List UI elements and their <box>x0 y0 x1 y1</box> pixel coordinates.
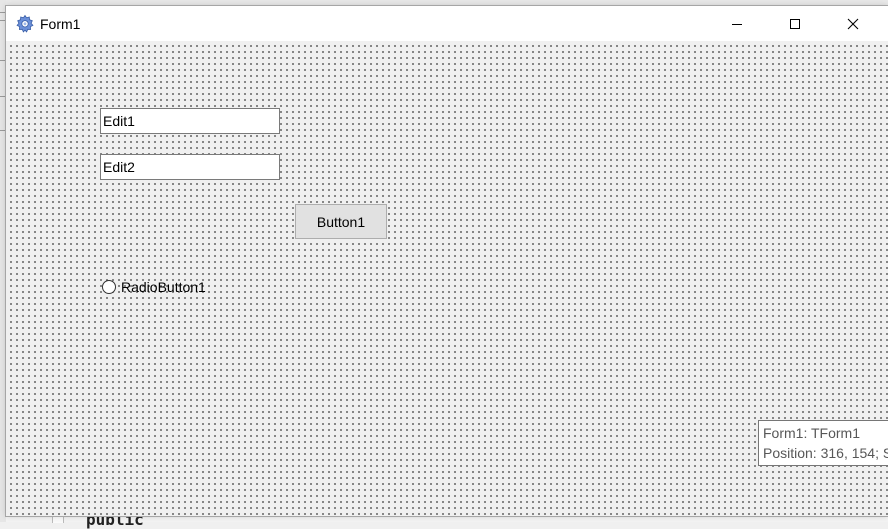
radiobutton1-label: RadioButton1 <box>121 279 206 295</box>
designer-hint-tooltip: Form1: TForm1 Position: 316, 154; S <box>758 420 888 466</box>
hint-position: Position: 316, 154; S <box>763 445 888 461</box>
minimize-button[interactable] <box>714 6 760 41</box>
form-design-surface[interactable]: Button1 RadioButton1 Form1: TForm1 Posit… <box>6 41 888 516</box>
gear-icon <box>15 14 35 34</box>
minimize-icon <box>732 23 742 25</box>
window-title: Form1 <box>40 16 81 32</box>
close-button[interactable] <box>830 6 876 41</box>
edit1-field[interactable] <box>100 108 280 134</box>
radiobutton1[interactable]: RadioButton1 <box>102 278 206 296</box>
close-icon <box>847 18 859 29</box>
button1-button[interactable]: Button1 <box>295 204 387 239</box>
maximize-icon <box>790 18 800 29</box>
title-bar[interactable]: Form1 <box>6 6 888 41</box>
radio-circle-icon[interactable] <box>102 280 116 294</box>
hint-component-name: Form1: TForm1 <box>763 425 860 441</box>
maximize-button[interactable] <box>772 6 818 41</box>
edit2-field[interactable] <box>100 154 280 180</box>
form-window: Form1 Button1 RadioButton1 Form1: <box>6 6 888 516</box>
